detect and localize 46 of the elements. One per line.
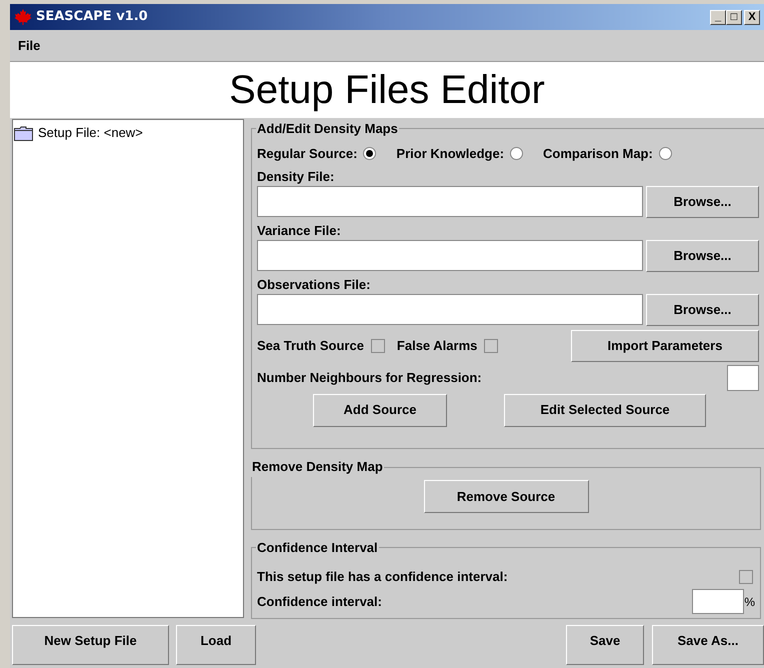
checkbox-label: Sea Truth Source <box>257 336 364 355</box>
radio-button[interactable] <box>658 147 672 160</box>
group-title: Add/Edit Density Maps <box>256 120 399 138</box>
folder-icon <box>14 126 33 140</box>
menu-item[interactable]: File <box>18 36 40 56</box>
import-button[interactable]: Import Parameters <box>571 330 759 362</box>
save-button[interactable]: Save <box>566 625 644 665</box>
unit-label: % <box>744 594 755 611</box>
save-as-button[interactable]: Save As... <box>652 625 764 665</box>
group-title: Confidence Interval <box>256 539 379 558</box>
add-source-button[interactable]: Add Source <box>313 394 447 426</box>
field-label: Confidence interval: <box>257 592 382 611</box>
interval-field[interactable] <box>692 589 744 614</box>
field-label: Variance File: <box>257 222 342 238</box>
minimize-button[interactable]: _ <box>710 10 726 24</box>
browse-button[interactable]: Browse... <box>646 240 759 272</box>
tree-item[interactable]: Setup File: <new> <box>38 123 143 143</box>
checkbox-label: This setup file has a confidence interval: <box>257 568 508 586</box>
close-button[interactable]: X <box>744 10 760 24</box>
maximize-button[interactable]: □ <box>726 10 742 24</box>
text-field[interactable] <box>257 294 643 325</box>
checkbox[interactable] <box>370 338 385 352</box>
group-title: Remove Density Map <box>251 458 384 476</box>
window-title: SEASCAPE v1.0 <box>36 8 148 26</box>
checkbox-label: False Alarms <box>396 336 478 355</box>
radio-button[interactable] <box>363 147 376 160</box>
checkbox[interactable] <box>739 570 753 584</box>
new-setup-button[interactable]: New Setup File <box>12 625 169 665</box>
radio-label: Regular Source: <box>257 144 358 163</box>
text-field[interactable] <box>257 240 643 271</box>
browse-button[interactable]: Browse... <box>646 294 759 326</box>
field-label: Number Neighbours for Regression: <box>257 368 482 387</box>
edit-source-button[interactable]: Edit Selected Source <box>504 394 706 426</box>
load-button[interactable]: Load <box>176 625 256 665</box>
number-field[interactable] <box>727 364 759 390</box>
radio-label: Comparison Map: <box>543 144 653 163</box>
field-label: Density File: <box>257 168 336 184</box>
radio-label: Prior Knowledge: <box>396 144 504 163</box>
radio-button[interactable] <box>510 147 524 160</box>
field-label: Observations File: <box>257 276 372 292</box>
text-field[interactable] <box>257 186 643 217</box>
browse-button[interactable]: Browse... <box>646 186 759 218</box>
editor-heading: Setup Files Editor <box>229 70 545 110</box>
remove-source-button[interactable]: Remove Source <box>424 480 588 513</box>
maple-leaf-icon <box>14 9 32 25</box>
checkbox[interactable] <box>484 338 498 352</box>
